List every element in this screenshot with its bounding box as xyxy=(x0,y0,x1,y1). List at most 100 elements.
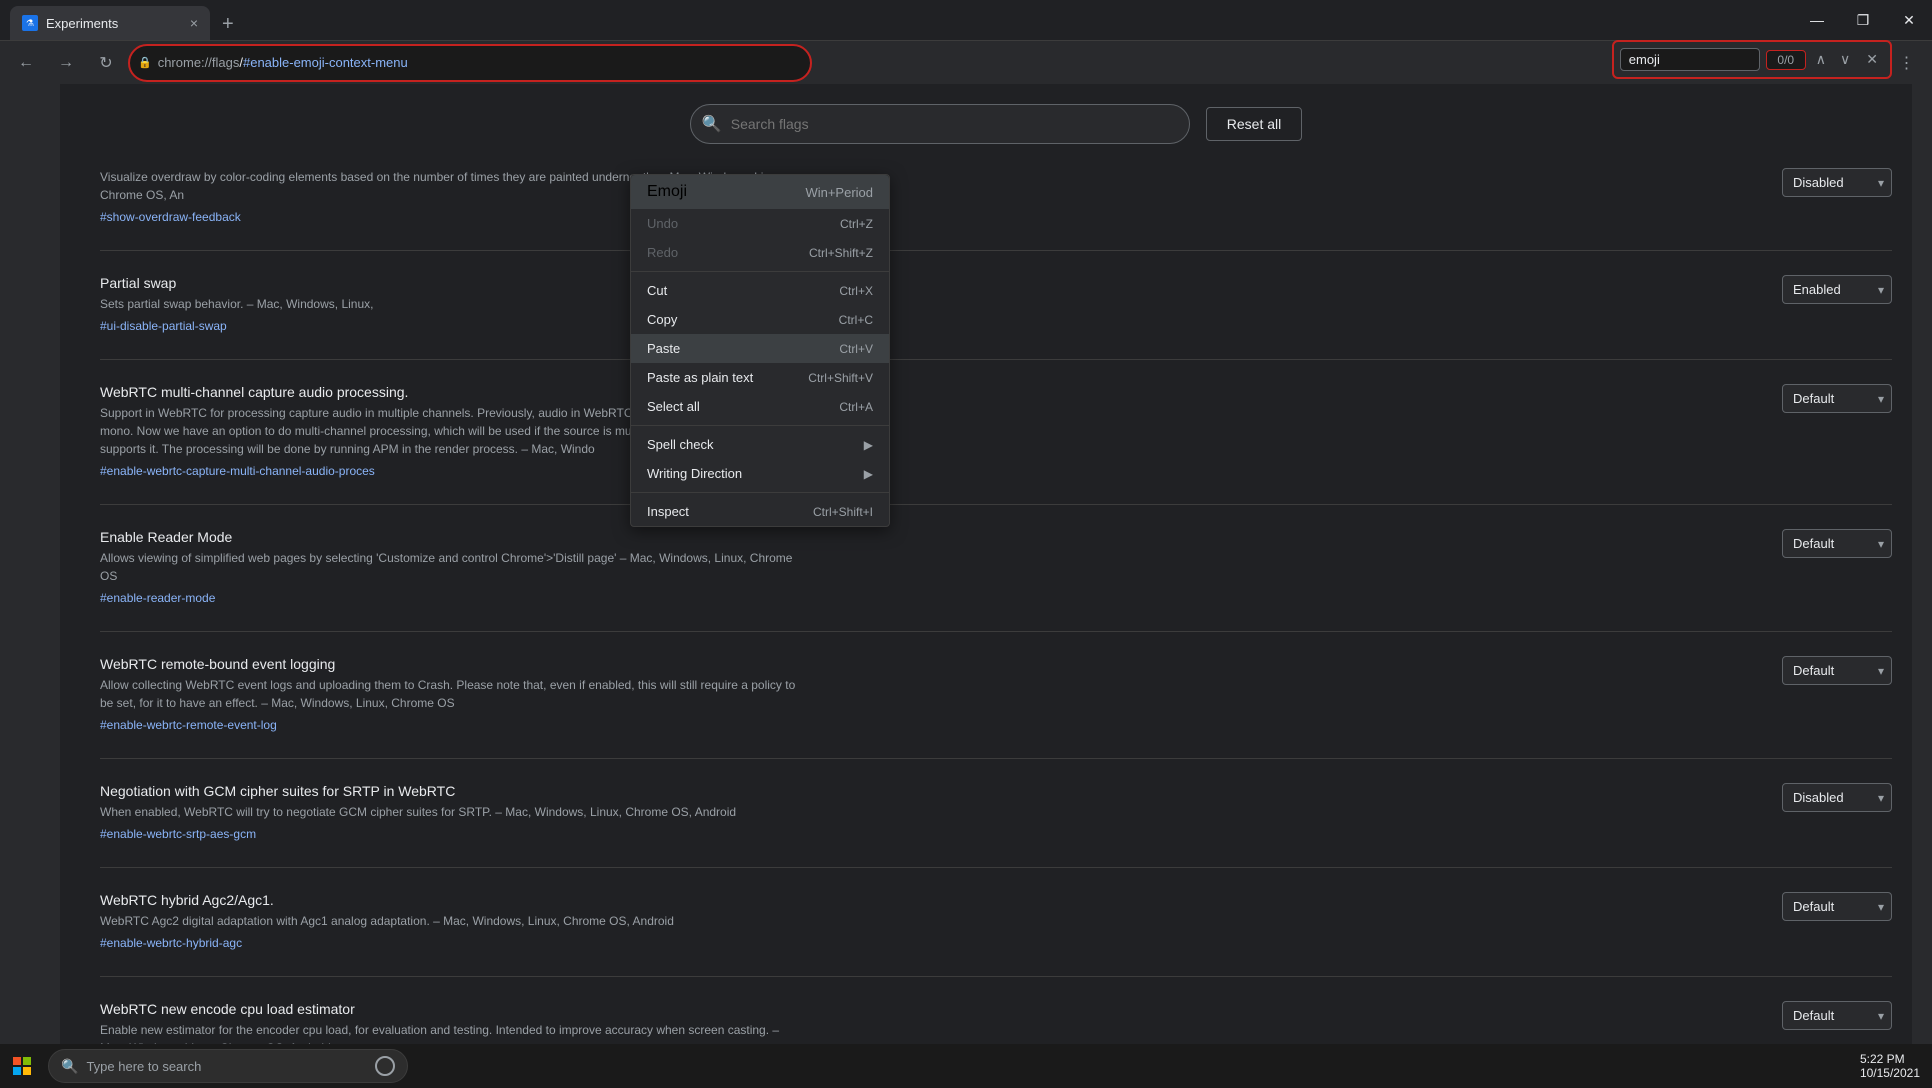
titlebar: ⚗ Experiments × + — ❐ ✕ xyxy=(0,0,1932,40)
undo-label: Undo xyxy=(647,216,678,231)
select-all-shortcut: Ctrl+A xyxy=(839,400,873,414)
reset-all-button[interactable]: Reset all xyxy=(1206,107,1302,141)
forward-button[interactable]: → xyxy=(50,47,82,79)
taskbar: 🔍 Type here to search 5:22 PM10/15/2021 xyxy=(0,1044,1932,1088)
active-tab[interactable]: ⚗ Experiments × xyxy=(10,6,210,40)
flag-link[interactable]: #enable-webrtc-srtp-aes-gcm xyxy=(100,827,256,841)
window-controls: — ❐ ✕ xyxy=(1794,4,1932,36)
flag-select[interactable]: Disabled Default Enabled xyxy=(1782,168,1892,197)
flag-item: WebRTC multi-channel capture audio proce… xyxy=(100,384,1892,505)
paste-plain-shortcut: Ctrl+Shift+V xyxy=(808,371,873,385)
sidebar xyxy=(0,84,60,1088)
flag-link[interactable]: #enable-webrtc-hybrid-agc xyxy=(100,936,242,950)
flag-item: Enable Reader Mode Allows viewing of sim… xyxy=(100,529,1892,632)
context-menu-copy[interactable]: Copy Ctrl+C xyxy=(631,305,889,334)
taskbar-right: 5:22 PM10/15/2021 xyxy=(1860,1052,1932,1080)
flags-search-input[interactable] xyxy=(690,104,1190,144)
context-menu-emoji-shortcut: Win+Period xyxy=(805,185,873,200)
select-all-label: Select all xyxy=(647,399,700,414)
content-area: 🔍 Reset all Visualize overdraw by color-… xyxy=(60,84,1932,1088)
taskbar-circle-icon xyxy=(375,1056,395,1076)
flag-select[interactable]: Default Enabled Disabled xyxy=(1782,892,1892,921)
cut-label: Cut xyxy=(647,283,667,298)
address-path: flags xyxy=(212,55,239,70)
context-menu-cut[interactable]: Cut Ctrl+X xyxy=(631,276,889,305)
find-next-button[interactable]: ∨ xyxy=(1836,49,1854,70)
context-menu-paste-plain[interactable]: Paste as plain text Ctrl+Shift+V xyxy=(631,363,889,392)
flag-desc: When enabled, WebRTC will try to negotia… xyxy=(100,803,800,821)
paste-shortcut: Ctrl+V xyxy=(839,342,873,356)
flag-link[interactable]: #enable-webrtc-remote-event-log xyxy=(100,718,277,732)
find-count: 0/0 xyxy=(1766,50,1806,70)
flag-select[interactable]: Disabled Default Enabled xyxy=(1782,783,1892,812)
flag-control: Disabled Default Enabled ▾ xyxy=(1782,783,1892,812)
flag-title: Negotiation with GCM cipher suites for S… xyxy=(100,783,800,799)
flag-select[interactable]: Default Enabled Disabled xyxy=(1782,384,1892,413)
paste-label: Paste xyxy=(647,341,680,356)
context-menu-inspect[interactable]: Inspect Ctrl+Shift+I xyxy=(631,497,889,526)
context-menu-divider-3 xyxy=(631,492,889,493)
flag-control: Enabled Default Disabled ▾ xyxy=(1782,275,1892,304)
flag-item: WebRTC remote-bound event logging Allow … xyxy=(100,656,1892,759)
redo-shortcut: Ctrl+Shift+Z xyxy=(809,246,873,260)
flag-item: Negotiation with GCM cipher suites for S… xyxy=(100,783,1892,868)
flag-title: WebRTC remote-bound event logging xyxy=(100,656,800,672)
context-menu-writing-direction[interactable]: Writing Direction ▶ xyxy=(631,459,889,488)
context-menu: Emoji Win+Period Undo Ctrl+Z Redo Ctrl+S… xyxy=(630,174,890,527)
flag-info: Enable Reader Mode Allows viewing of sim… xyxy=(100,529,800,607)
address-bar-container[interactable]: 🔒 chrome://flags/#enable-emoji-context-m… xyxy=(130,46,810,80)
context-menu-divider xyxy=(631,271,889,272)
new-tab-button[interactable]: + xyxy=(214,9,242,40)
search-bar-area: 🔍 Reset all xyxy=(100,104,1892,144)
flag-desc: Allow collecting WebRTC event logs and u… xyxy=(100,676,800,712)
reload-button[interactable]: ↻ xyxy=(90,47,122,79)
inspect-label: Inspect xyxy=(647,504,689,519)
find-prev-button[interactable]: ∧ xyxy=(1812,49,1830,70)
context-menu-redo[interactable]: Redo Ctrl+Shift+Z xyxy=(631,238,889,267)
close-button[interactable]: ✕ xyxy=(1886,4,1932,36)
flag-control: Default Enabled Disabled ▾ xyxy=(1782,529,1892,558)
context-menu-spell-check[interactable]: Spell check ▶ xyxy=(631,430,889,459)
writing-direction-label: Writing Direction xyxy=(647,466,742,481)
menu-button[interactable]: ⋮ xyxy=(1890,47,1922,79)
minimize-button[interactable]: — xyxy=(1794,4,1840,36)
writing-direction-arrow: ▶ xyxy=(864,467,873,481)
address-fragment: #enable-emoji-context-menu xyxy=(243,55,408,70)
flag-select[interactable]: Enabled Default Disabled xyxy=(1782,275,1892,304)
find-close-button[interactable]: ✕ xyxy=(1860,49,1884,70)
tab-close-button[interactable]: × xyxy=(190,15,198,31)
flag-link[interactable]: #ui-disable-partial-swap xyxy=(100,319,227,333)
flag-item: Partial swap Sets partial swap behavior.… xyxy=(100,275,1892,360)
right-edge-panel xyxy=(1912,84,1932,1088)
flag-link[interactable]: #show-overdraw-feedback xyxy=(100,210,241,224)
flag-control: Default Enabled Disabled ▾ xyxy=(1782,384,1892,413)
find-input[interactable] xyxy=(1620,48,1760,71)
context-menu-paste[interactable]: Paste Ctrl+V xyxy=(631,334,889,363)
copy-shortcut: Ctrl+C xyxy=(839,313,873,327)
flag-link[interactable]: #enable-reader-mode xyxy=(100,591,215,605)
inspect-shortcut: Ctrl+Shift+I xyxy=(813,505,873,519)
taskbar-search-bar[interactable]: 🔍 Type here to search xyxy=(48,1049,408,1083)
back-button[interactable]: ← xyxy=(10,47,42,79)
flags-page: 🔍 Reset all Visualize overdraw by color-… xyxy=(60,84,1932,1088)
cut-shortcut: Ctrl+X xyxy=(839,284,873,298)
address-scheme: chrome:// xyxy=(158,55,212,70)
flag-select[interactable]: Default Enabled Disabled xyxy=(1782,529,1892,558)
flag-link[interactable]: #enable-webrtc-capture-multi-channel-aud… xyxy=(100,464,375,478)
paste-plain-label: Paste as plain text xyxy=(647,370,753,385)
main-area: 🔍 Reset all Visualize overdraw by color-… xyxy=(0,84,1932,1088)
flag-item: Visualize overdraw by color-coding eleme… xyxy=(100,168,1892,251)
flag-control: Default Enabled Disabled ▾ xyxy=(1782,892,1892,921)
context-menu-top-row[interactable]: Emoji Win+Period xyxy=(631,175,889,209)
context-menu-select-all[interactable]: Select all Ctrl+A xyxy=(631,392,889,421)
context-menu-emoji-label: Emoji xyxy=(647,183,687,201)
start-button[interactable] xyxy=(0,1044,44,1088)
flag-desc: WebRTC Agc2 digital adaptation with Agc1… xyxy=(100,912,800,930)
context-menu-undo[interactable]: Undo Ctrl+Z xyxy=(631,209,889,238)
flag-select[interactable]: Default Enabled Disabled xyxy=(1782,1001,1892,1030)
copy-label: Copy xyxy=(647,312,677,327)
maximize-button[interactable]: ❐ xyxy=(1840,4,1886,36)
search-container: 🔍 xyxy=(690,104,1190,144)
search-icon: 🔍 xyxy=(702,114,722,134)
flag-select[interactable]: Default Enabled Disabled xyxy=(1782,656,1892,685)
